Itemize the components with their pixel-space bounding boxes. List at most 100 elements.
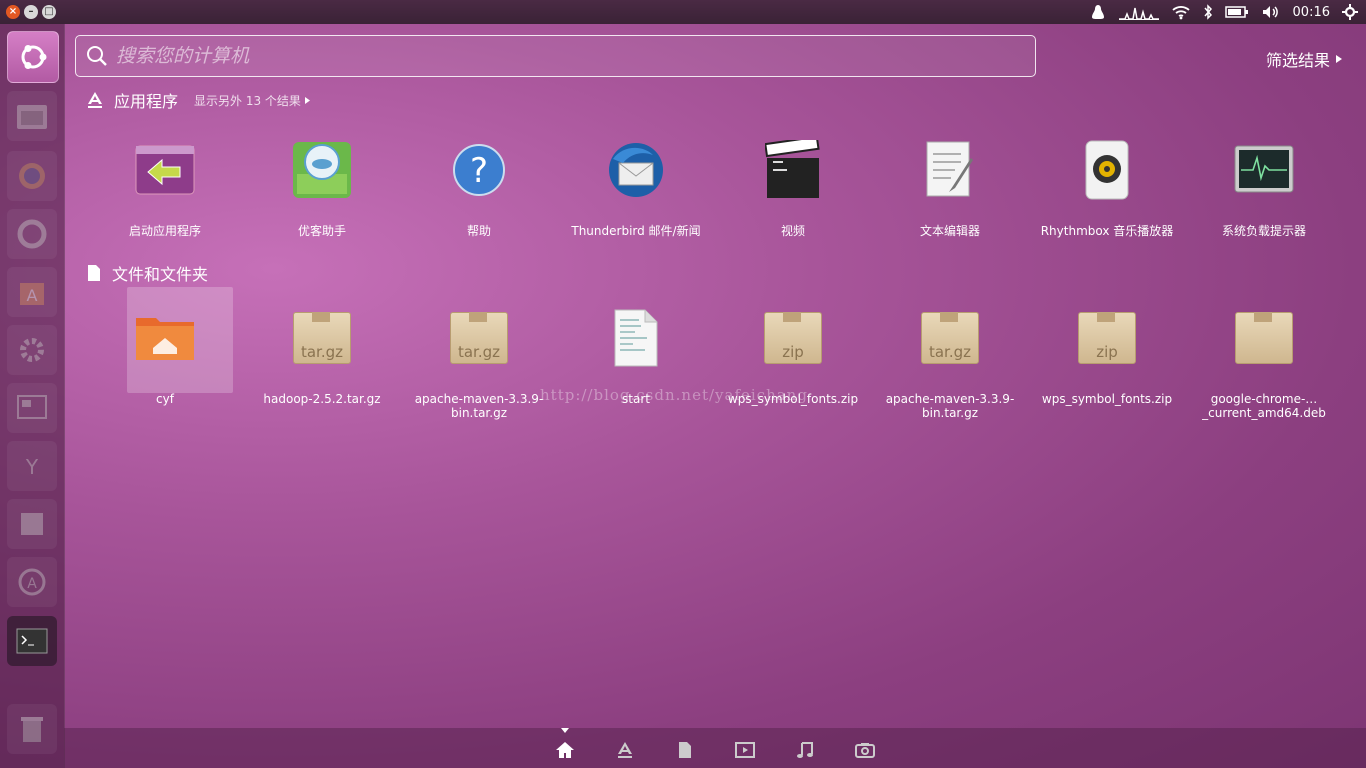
archive-badge: tar.gz — [457, 343, 501, 361]
ubuntu-logo-icon — [21, 45, 47, 69]
clock[interactable]: 00:16 — [1293, 5, 1330, 20]
file-label: cyf — [156, 392, 174, 406]
gear-icon[interactable] — [1342, 4, 1358, 20]
file-item[interactable]: tar.gz apache-maven-3.3.9-bin.tar.gz — [404, 306, 554, 420]
system-tray: 00:16 — [1089, 3, 1366, 21]
archive-badge: tar.gz — [300, 343, 344, 361]
firefox-launcher-icon[interactable] — [7, 151, 57, 201]
document-category-icon — [88, 265, 100, 281]
close-button[interactable]: × — [6, 5, 20, 19]
network-activity-icon[interactable] — [1118, 4, 1159, 20]
rhythmbox-speaker-icon — [1075, 138, 1139, 202]
app-item[interactable]: Thunderbird 邮件/新闻 — [561, 138, 711, 238]
photos-lens-icon[interactable] — [855, 740, 875, 760]
battery-icon[interactable] — [1224, 5, 1249, 19]
update-manager-launcher-icon[interactable]: A — [7, 557, 57, 607]
archive-icon: tar.gz — [918, 306, 982, 370]
text-file-icon — [604, 306, 668, 370]
applications-category-icon — [88, 92, 102, 108]
chevron-right-icon — [1336, 55, 1343, 63]
app-label: Rhythmbox 音乐播放器 — [1040, 224, 1174, 238]
workspace-switcher-launcher-icon[interactable] — [7, 383, 57, 433]
penguin-icon[interactable] — [1089, 3, 1107, 21]
file-label: google-chrome-…_current_amd64.deb — [1202, 392, 1326, 420]
app-item[interactable]: 视频 — [718, 138, 868, 238]
svg-text:A: A — [27, 286, 38, 305]
archive-icon: tar.gz — [447, 306, 511, 370]
app-item[interactable]: 优客助手 — [247, 138, 397, 238]
maximize-button[interactable]: □ — [42, 5, 56, 19]
apps-section-header: 应用程序 显示另外 13 个结果 — [86, 88, 310, 112]
filter-results-toggle[interactable]: 筛选结果 — [1266, 47, 1343, 71]
launcher: A Y A — [0, 24, 65, 768]
files-section-header: 文件和文件夹 — [86, 261, 208, 285]
minimize-button[interactable]: – — [24, 5, 38, 19]
ubuntu-kylin-assistant-icon — [290, 138, 354, 202]
video-lens-icon[interactable] — [735, 740, 755, 760]
top-panel: × – □ 00:16 — [0, 0, 1366, 24]
video-clapper-icon — [761, 138, 825, 202]
terminal-launcher-icon[interactable] — [7, 616, 57, 666]
archive-icon: zip — [761, 306, 825, 370]
files-section-title: 文件和文件夹 — [112, 265, 209, 284]
file-item[interactable]: google-chrome-…_current_amd64.deb — [1189, 306, 1339, 420]
help-icon: ? — [447, 138, 511, 202]
app-label: 文本编辑器 — [919, 224, 980, 238]
home-lens-icon[interactable] — [555, 740, 575, 760]
search-input[interactable] — [116, 45, 996, 67]
app-label: 系统负载提示器 — [1221, 224, 1306, 238]
svg-text:Y: Y — [25, 455, 39, 479]
active-lens-indicator — [561, 728, 569, 733]
chevron-right-icon — [304, 96, 310, 104]
show-more-results-link[interactable]: 显示另外 13 个结果 — [194, 92, 310, 109]
settings-launcher-icon[interactable] — [7, 325, 57, 375]
trash-launcher-icon[interactable] — [7, 704, 57, 754]
app-launcher-icon-y[interactable]: Y — [7, 441, 57, 491]
text-editor-icon — [918, 138, 982, 202]
archive-icon: zip — [1075, 306, 1139, 370]
startup-applications-icon — [133, 138, 197, 202]
apps-section-title: 应用程序 — [114, 92, 179, 111]
show-more-results-label: 显示另外 13 个结果 — [194, 93, 301, 108]
applications-lens-icon[interactable] — [615, 740, 635, 760]
file-label: hadoop-2.5.2.tar.gz — [263, 392, 381, 406]
files-lens-icon[interactable] — [675, 740, 695, 760]
file-label: apache-maven-3.3.9-bin.tar.gz — [414, 392, 544, 420]
music-lens-icon[interactable] — [795, 740, 815, 760]
file-item[interactable]: tar.gz hadoop-2.5.2.tar.gz — [247, 306, 397, 406]
app-item[interactable]: Rhythmbox 音乐播放器 — [1032, 138, 1182, 238]
search-bar — [75, 35, 1036, 77]
puzzle-launcher-icon[interactable] — [7, 499, 57, 549]
app-launcher-icon-3[interactable] — [7, 209, 57, 259]
volume-icon[interactable] — [1261, 4, 1281, 20]
app-item[interactable]: 启动应用程序 — [90, 138, 240, 238]
bluetooth-icon[interactable] — [1203, 4, 1213, 20]
app-label: Thunderbird 邮件/新闻 — [571, 224, 701, 238]
archive-badge: zip — [1096, 343, 1118, 361]
window-controls: × – □ — [0, 5, 56, 19]
thunderbird-icon — [604, 138, 668, 202]
svg-text:A: A — [27, 576, 37, 592]
app-label: 优客助手 — [297, 224, 346, 238]
archive-icon: tar.gz — [290, 306, 354, 370]
archive-icon — [1232, 306, 1296, 370]
software-center-launcher-icon[interactable]: A — [7, 267, 57, 317]
file-item[interactable]: cyf — [90, 287, 240, 406]
files-launcher-icon[interactable] — [7, 91, 57, 141]
dash-home-button[interactable] — [7, 31, 59, 83]
file-item[interactable]: zip wps_symbol_fonts.zip — [1032, 306, 1182, 406]
file-item[interactable]: tar.gz apache-maven-3.3.9-bin.tar.gz — [875, 306, 1025, 420]
app-item[interactable]: 文本编辑器 — [875, 138, 1025, 238]
app-label: 视频 — [780, 224, 805, 238]
svg-text:?: ? — [470, 151, 488, 191]
app-label: 启动应用程序 — [128, 224, 201, 238]
wifi-icon[interactable] — [1171, 4, 1191, 20]
app-item[interactable]: ? 帮助 — [404, 138, 554, 238]
app-item[interactable]: 系统负载提示器 — [1189, 138, 1339, 238]
system-monitor-icon — [1232, 138, 1296, 202]
file-label: apache-maven-3.3.9-bin.tar.gz — [885, 392, 1015, 420]
home-folder-icon — [133, 306, 197, 370]
filter-results-label: 筛选结果 — [1266, 51, 1331, 70]
archive-badge: tar.gz — [928, 343, 972, 361]
search-icon — [87, 46, 107, 66]
